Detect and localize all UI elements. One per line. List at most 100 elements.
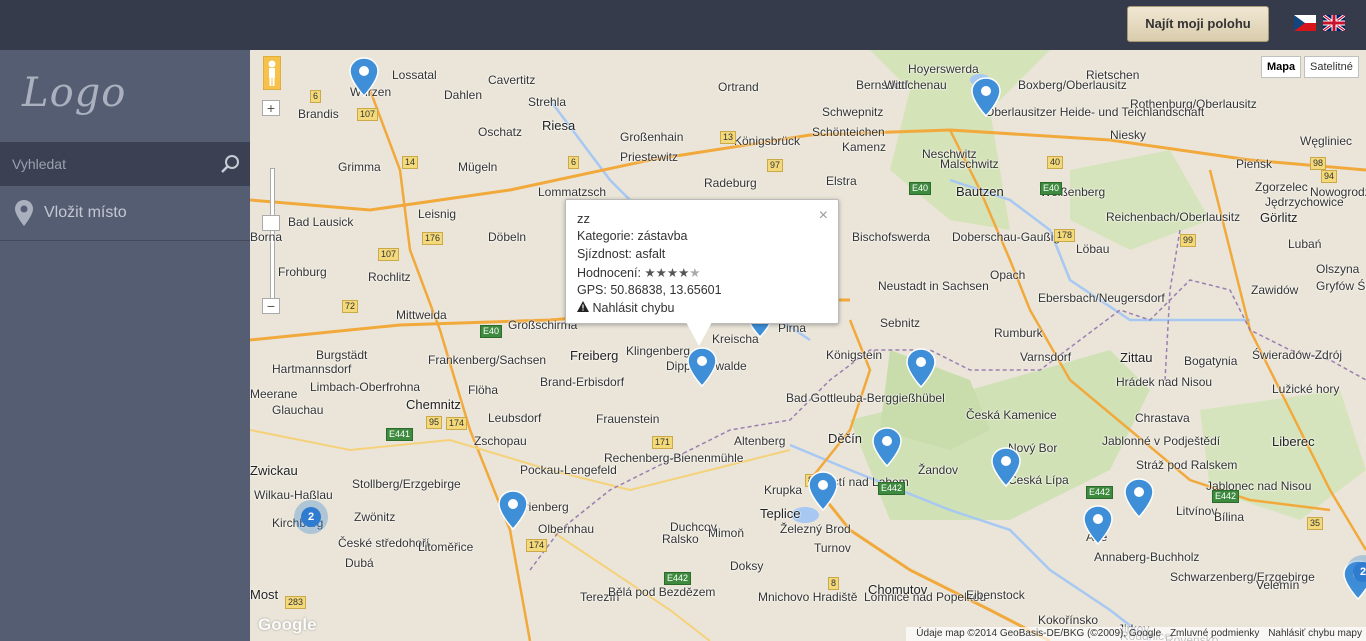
place-label: Bischofswerda [852,230,931,244]
terms-link[interactable]: Zmluvné podmienky [1170,628,1259,639]
popup-category: Kategorie: zástavba [577,229,688,243]
place-label: Lubań [1288,237,1322,251]
road-number: E442 [1212,490,1240,503]
place-label: Bad Lausick [288,215,354,229]
zoom-out-button[interactable]: − [262,298,280,314]
popup-gps: GPS: 50.86838, 13.65601 [577,283,722,297]
road-number: 40 [1047,156,1064,169]
star-icon: ★ [666,266,679,280]
place-label: Oberlausitzer Heide- und Teichlandschaft [985,105,1205,119]
map[interactable]: + − Mapa Satelitné Wurzen Lossatal Dahlen C… [250,50,1366,641]
place-label: Žandov [918,463,959,477]
rating-stars: ★★★★★ [644,265,700,280]
logo[interactable]: Logo [22,70,126,116]
attribution-text: Údaje map ©2014 GeoBasis-DE/BKG (©2009),… [916,628,1162,639]
popup-rating: Hodnocení: ★★★★★ [577,265,701,280]
place-label: Rietschen [1086,68,1140,82]
place-label: Děčín [828,431,862,446]
place-label: Bělá pod Bezdězem [608,585,716,599]
zoom-in-button[interactable]: + [262,100,280,116]
place-label: Velemín [1256,578,1300,592]
popup-close-button[interactable]: × [819,207,828,225]
road-number: 13 [720,131,737,144]
place-marker-icon[interactable] [906,348,936,388]
add-place-button[interactable]: Vložit místo [0,187,250,241]
place-marker-icon[interactable] [872,427,902,467]
place-label: Mügeln [458,160,498,174]
place-label: Litvínov [1176,504,1218,518]
report-map-error-link[interactable]: Nahlásiť chybu mapy [1268,628,1362,639]
marker-cluster[interactable]: 2 [294,500,328,534]
place-label: Chrastava [1135,411,1190,425]
place-label: Flöha [468,383,499,397]
place-label: Cavertitz [488,73,536,87]
place-marker-icon[interactable] [1083,505,1113,545]
place-label: Rochlitz [368,270,411,284]
place-label: Reichenbach/Oberlausitz [1106,210,1241,224]
place-marker-icon[interactable] [1124,478,1154,518]
place-label: Liberec [1272,434,1315,449]
place-label: Riesa [542,118,576,133]
zoom-handle[interactable] [262,215,280,231]
place-marker-icon[interactable] [498,490,528,530]
popup-surface: Sjízdnost: asfalt [577,247,665,261]
place-label: Leubsdorf [488,411,542,425]
place-label: Dubá [345,556,374,570]
place-label: Ebersbach/Neugersdorf [1038,291,1165,305]
place-label: Grimma [338,160,381,174]
road-number: 8 [828,577,840,590]
road-number: 72 [342,300,359,313]
star-icon: ★ [655,266,667,280]
place-label: Elstra [826,174,857,188]
place-label: Strehla [528,95,567,109]
place-label: Świeradów-Zdrój [1252,348,1343,362]
place-label: Altenberg [734,434,786,448]
map-type-map-button[interactable]: Mapa [1261,56,1302,78]
place-marker-icon[interactable] [808,471,838,511]
search-icon[interactable] [220,154,240,174]
search-input[interactable] [0,142,210,186]
map-type-satellite-button[interactable]: Satelitné [1304,56,1359,78]
place-marker-icon[interactable] [971,77,1001,117]
surface-label: Sjízdnost: [577,247,632,261]
place-label: Lužické hory [1272,382,1340,396]
place-label: Niesky [1110,128,1147,142]
place-label: Teplice [760,506,801,521]
place-label: Schönteichen [812,125,885,139]
find-my-location-button[interactable]: Najít moji polohu [1127,6,1269,42]
report-error-link[interactable]: Nahlásit chybu [577,301,674,315]
place-label: Klingenberg [626,344,691,358]
place-label: Jablonné v Podještědí [1102,434,1221,448]
place-label: Radeburg [704,176,757,190]
place-label: Doberschau-Gaußig [952,230,1061,244]
place-label: Ortrand [718,80,759,94]
star-icon: ★ [644,266,656,280]
place-label: Priestewitz [620,150,679,164]
uk-flag-icon[interactable] [1323,15,1345,31]
road-number: 174 [446,417,468,430]
road-number: 6 [310,90,322,103]
place-label: Olszyna [1316,262,1360,276]
road-number: 283 [285,596,307,609]
place-info-popup: zz × Kategorie: zástavba Sjízdnost: asfa… [565,199,839,346]
place-label: Kamenz [842,140,887,154]
place-label: Pieńsk [1236,157,1273,171]
place-label: Frankenberg/Sachsen [428,353,547,367]
place-label: Malschwitz [940,157,999,171]
street-view-pegman-icon[interactable] [262,55,282,95]
place-label: Węgliniec [1300,134,1353,148]
place-marker-icon[interactable] [349,57,379,97]
road-number: 14 [402,156,419,169]
czech-flag-icon[interactable] [1294,15,1316,31]
place-label: Stollberg/Erzgebirge [352,477,461,491]
place-label: Zgorzelec [1255,180,1308,194]
place-label: Kokořínsko [1038,613,1099,627]
place-label: Bílina [1214,510,1245,524]
place-label: Wittichenau [884,78,947,92]
road-number: 35 [1307,517,1324,530]
road-number: 176 [422,232,444,245]
place-marker-icon[interactable] [991,447,1021,487]
place-label: Brand-Erbisdorf [540,375,625,389]
place-label: Freiberg [570,348,619,363]
place-marker-icon[interactable] [687,347,717,387]
